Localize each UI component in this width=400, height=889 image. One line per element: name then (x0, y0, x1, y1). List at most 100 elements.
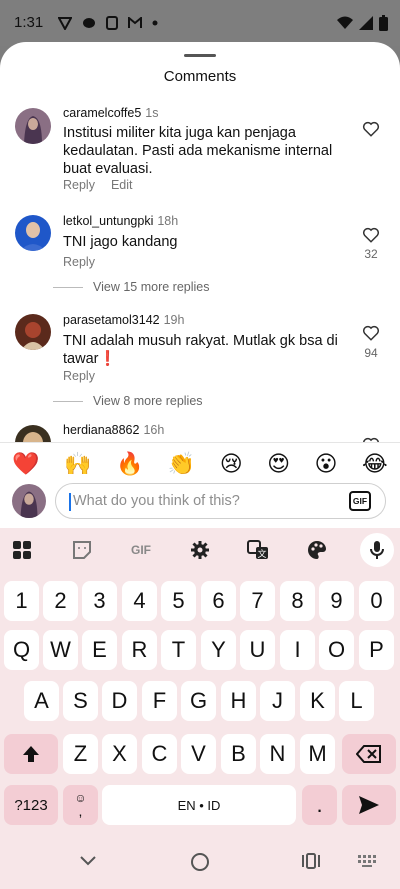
comment-username[interactable]: caramelcoffe5 (63, 106, 141, 120)
key-7[interactable]: 7 (240, 581, 275, 621)
space-bar[interactable]: EN • ID (102, 785, 296, 825)
key-u[interactable]: U (240, 630, 275, 670)
key-z[interactable]: Z (63, 734, 98, 774)
reaction-laughing[interactable]: 😂 (362, 451, 388, 477)
key-g[interactable]: G (181, 681, 216, 721)
key-e[interactable]: E (82, 630, 117, 670)
system-navigation-bar (0, 839, 400, 889)
divider (53, 400, 83, 402)
key-s[interactable]: S (63, 681, 98, 721)
reaction-heart-eyes[interactable]: 😍 (267, 451, 290, 477)
settings-gear-icon[interactable] (188, 538, 212, 562)
reply-button[interactable]: Reply (63, 178, 95, 192)
gif-tab[interactable]: GIF (126, 538, 156, 562)
back-chevron-icon[interactable] (80, 853, 96, 869)
key-8[interactable]: 8 (280, 581, 315, 621)
key-i[interactable]: I (280, 630, 315, 670)
symbols-key[interactable]: ?123 (4, 785, 58, 825)
key-9[interactable]: 9 (319, 581, 354, 621)
sticker-icon[interactable] (70, 538, 94, 562)
key-3[interactable]: 3 (82, 581, 117, 621)
reaction-crying[interactable]: 😢 (220, 451, 243, 477)
key-0[interactable]: 0 (359, 581, 394, 621)
recents-icon[interactable] (302, 853, 320, 869)
key-a[interactable]: A (24, 681, 59, 721)
key-x[interactable]: X (102, 734, 137, 774)
key-2[interactable]: 2 (43, 581, 78, 621)
send-key[interactable] (342, 785, 396, 825)
backspace-icon (356, 745, 381, 763)
key-r[interactable]: R (122, 630, 157, 670)
key-f[interactable]: F (142, 681, 177, 721)
like-heart-icon[interactable] (362, 120, 380, 138)
shift-arrow-icon (23, 746, 39, 762)
key-j[interactable]: J (260, 681, 295, 721)
key-q[interactable]: Q (4, 630, 39, 670)
comment-composer: What do you think of this? GIF (0, 479, 400, 529)
key-m[interactable]: M (300, 734, 335, 774)
emoji-comma-key[interactable]: ☺ , (63, 785, 98, 825)
microphone-icon[interactable] (360, 533, 394, 567)
edit-button[interactable]: Edit (111, 178, 133, 192)
translate-icon[interactable]: 文 (246, 538, 270, 562)
avatar[interactable] (15, 425, 51, 442)
view-more-replies-label: View 8 more replies (93, 394, 203, 408)
view-more-replies-button[interactable]: View 15 more replies (53, 280, 210, 294)
key-d[interactable]: D (102, 681, 137, 721)
divider (53, 286, 83, 288)
comment-username[interactable]: letkol_untungpki (63, 214, 153, 228)
key-o[interactable]: O (319, 630, 354, 670)
key-p[interactable]: P (359, 630, 394, 670)
key-k[interactable]: K (300, 681, 335, 721)
comment-time: 19h (163, 313, 185, 327)
drag-handle[interactable] (184, 54, 216, 57)
comment-list[interactable]: caramelcoffe5 1s Institusi militer kita j… (0, 100, 400, 442)
key-l[interactable]: L (339, 681, 374, 721)
key-w[interactable]: W (43, 630, 78, 670)
like-count: 32 (364, 247, 378, 261)
like-heart-icon[interactable] (362, 324, 380, 342)
avatar[interactable] (15, 108, 51, 144)
theme-palette-icon[interactable] (305, 538, 329, 562)
reaction-heart[interactable]: ❤️ (12, 451, 39, 477)
key-1[interactable]: 1 (4, 581, 39, 621)
period-key[interactable]: . (302, 785, 337, 825)
like-count: 94 (364, 346, 378, 360)
key-b[interactable]: B (221, 734, 256, 774)
backspace-key[interactable] (342, 734, 396, 774)
apps-grid-icon[interactable] (10, 538, 34, 562)
sheet-title: Comments (163, 68, 237, 85)
key-t[interactable]: T (161, 630, 196, 670)
comment-username[interactable]: herdiana8862 (63, 423, 139, 437)
phone-app-icon (106, 16, 118, 30)
key-5[interactable]: 5 (161, 581, 196, 621)
comment-time: 1s (145, 106, 159, 120)
my-avatar (12, 484, 46, 518)
comment-username[interactable]: parasetamol3142 (63, 313, 160, 327)
keyboard-switch-icon[interactable] (358, 855, 376, 867)
reply-button[interactable]: Reply (63, 255, 95, 269)
gif-button[interactable]: GIF (349, 491, 371, 511)
avatar[interactable] (15, 215, 51, 251)
reaction-clap[interactable]: 👏 (168, 451, 195, 477)
reply-button[interactable]: Reply (63, 369, 95, 383)
key-v[interactable]: V (181, 734, 216, 774)
soft-keyboard: GIF 文 1 2 3 4 5 6 7 8 9 0 Q W E R T Y U … (0, 528, 400, 889)
reaction-raising-hands[interactable]: 🙌 (64, 451, 91, 477)
avatar[interactable] (15, 314, 51, 350)
view-more-replies-button[interactable]: View 8 more replies (53, 394, 203, 408)
like-heart-icon[interactable] (362, 226, 380, 244)
send-arrow-icon (359, 796, 379, 814)
key-c[interactable]: C (142, 734, 177, 774)
key-n[interactable]: N (260, 734, 295, 774)
reaction-fire[interactable]: 🔥 (116, 451, 143, 477)
home-circle-icon[interactable] (191, 853, 209, 871)
key-4[interactable]: 4 (122, 581, 157, 621)
reaction-surprised[interactable]: 😮 (315, 451, 338, 477)
key-h[interactable]: H (221, 681, 256, 721)
key-y[interactable]: Y (201, 630, 236, 670)
comma-label: , (78, 803, 83, 819)
shift-key[interactable] (4, 734, 58, 774)
comment-input[interactable]: What do you think of this? GIF (55, 483, 386, 519)
key-6[interactable]: 6 (201, 581, 236, 621)
